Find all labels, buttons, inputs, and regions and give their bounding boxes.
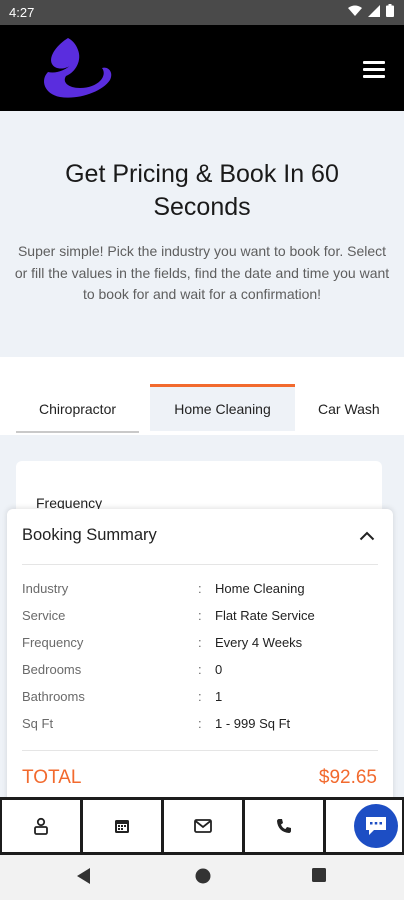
total-value: $92.65	[318, 767, 377, 788]
nav-phone-button[interactable]	[245, 800, 323, 852]
total-label: TOTAL	[22, 767, 82, 788]
hamburger-menu-icon[interactable]	[363, 61, 385, 79]
summary-row-sqft: Sq Ft : 1 - 999 Sq Ft	[22, 716, 378, 736]
summary-key: Industry	[22, 581, 69, 596]
summary-value: Home Cleaning	[215, 581, 305, 596]
recents-icon[interactable]	[311, 867, 327, 883]
status-bar: 4:27	[0, 0, 404, 25]
summary-key: Sq Ft	[22, 716, 54, 731]
summary-value: 1	[215, 689, 223, 704]
nav-profile-button[interactable]	[2, 800, 80, 852]
mail-icon	[194, 819, 212, 833]
divider	[22, 750, 378, 751]
summary-colon: :	[198, 662, 202, 677]
person-icon	[34, 817, 48, 835]
summary-value: Every 4 Weeks	[215, 635, 303, 650]
summary-colon: :	[198, 689, 202, 704]
summary-key: Bedrooms	[22, 662, 82, 677]
page-description: Super simple! Pick the industry you want…	[14, 243, 390, 302]
tab-chiropractor[interactable]: Chiropractor	[16, 387, 139, 433]
divider	[22, 564, 378, 565]
summary-colon: :	[198, 635, 202, 650]
back-icon[interactable]	[76, 867, 92, 885]
booking-summary-panel: Booking Summary Industry : Home Cleaning…	[7, 509, 393, 809]
wifi-icon	[348, 5, 362, 16]
summary-row-bedrooms: Bedrooms : 0	[22, 662, 378, 682]
summary-key: Bathrooms	[22, 689, 85, 704]
summary-value: 1 - 999 Sq Ft	[215, 716, 291, 731]
summary-row-service: Service : Flat Rate Service	[22, 608, 378, 628]
nav-calendar-button[interactable]	[83, 800, 161, 852]
nav-mail-button[interactable]	[164, 800, 242, 852]
summary-value: 0	[215, 662, 223, 677]
summary-row-frequency: Frequency : Every 4 Weeks	[22, 635, 378, 655]
summary-row-bathrooms: Bathrooms : 1	[22, 689, 378, 709]
phone-icon	[277, 819, 291, 833]
signal-icon	[368, 4, 380, 17]
tab-home-cleaning[interactable]: Home Cleaning	[150, 384, 295, 431]
bottom-nav	[0, 797, 404, 855]
home-icon[interactable]	[194, 867, 212, 885]
system-nav-bar	[0, 855, 404, 900]
summary-key: Service	[22, 608, 66, 623]
summary-colon: :	[198, 581, 202, 596]
hero-section: Get Pricing & Book In 60 Seconds Super s…	[0, 111, 404, 357]
status-icons	[348, 4, 394, 17]
calendar-icon	[115, 820, 129, 833]
industry-tabs: Chiropractor Home Cleaning Car Wash	[0, 357, 404, 435]
summary-key: Frequency	[22, 635, 84, 650]
summary-title: Booking Summary	[22, 526, 157, 544]
chat-bubble-icon	[366, 817, 386, 835]
battery-icon	[386, 4, 394, 17]
status-time: 4:27	[9, 5, 35, 20]
chevron-up-icon[interactable]	[359, 531, 375, 541]
summary-row-industry: Industry : Home Cleaning	[22, 581, 378, 601]
app-header	[0, 25, 404, 111]
chat-button[interactable]	[354, 804, 398, 848]
summary-colon: :	[198, 716, 202, 731]
brand-flame-logo[interactable]	[38, 36, 114, 100]
tab-car-wash[interactable]: Car Wash	[305, 387, 404, 431]
summary-value: Flat Rate Service	[215, 608, 315, 623]
page-title: Get Pricing & Book In 60 Seconds	[65, 160, 339, 221]
summary-colon: :	[198, 608, 202, 623]
